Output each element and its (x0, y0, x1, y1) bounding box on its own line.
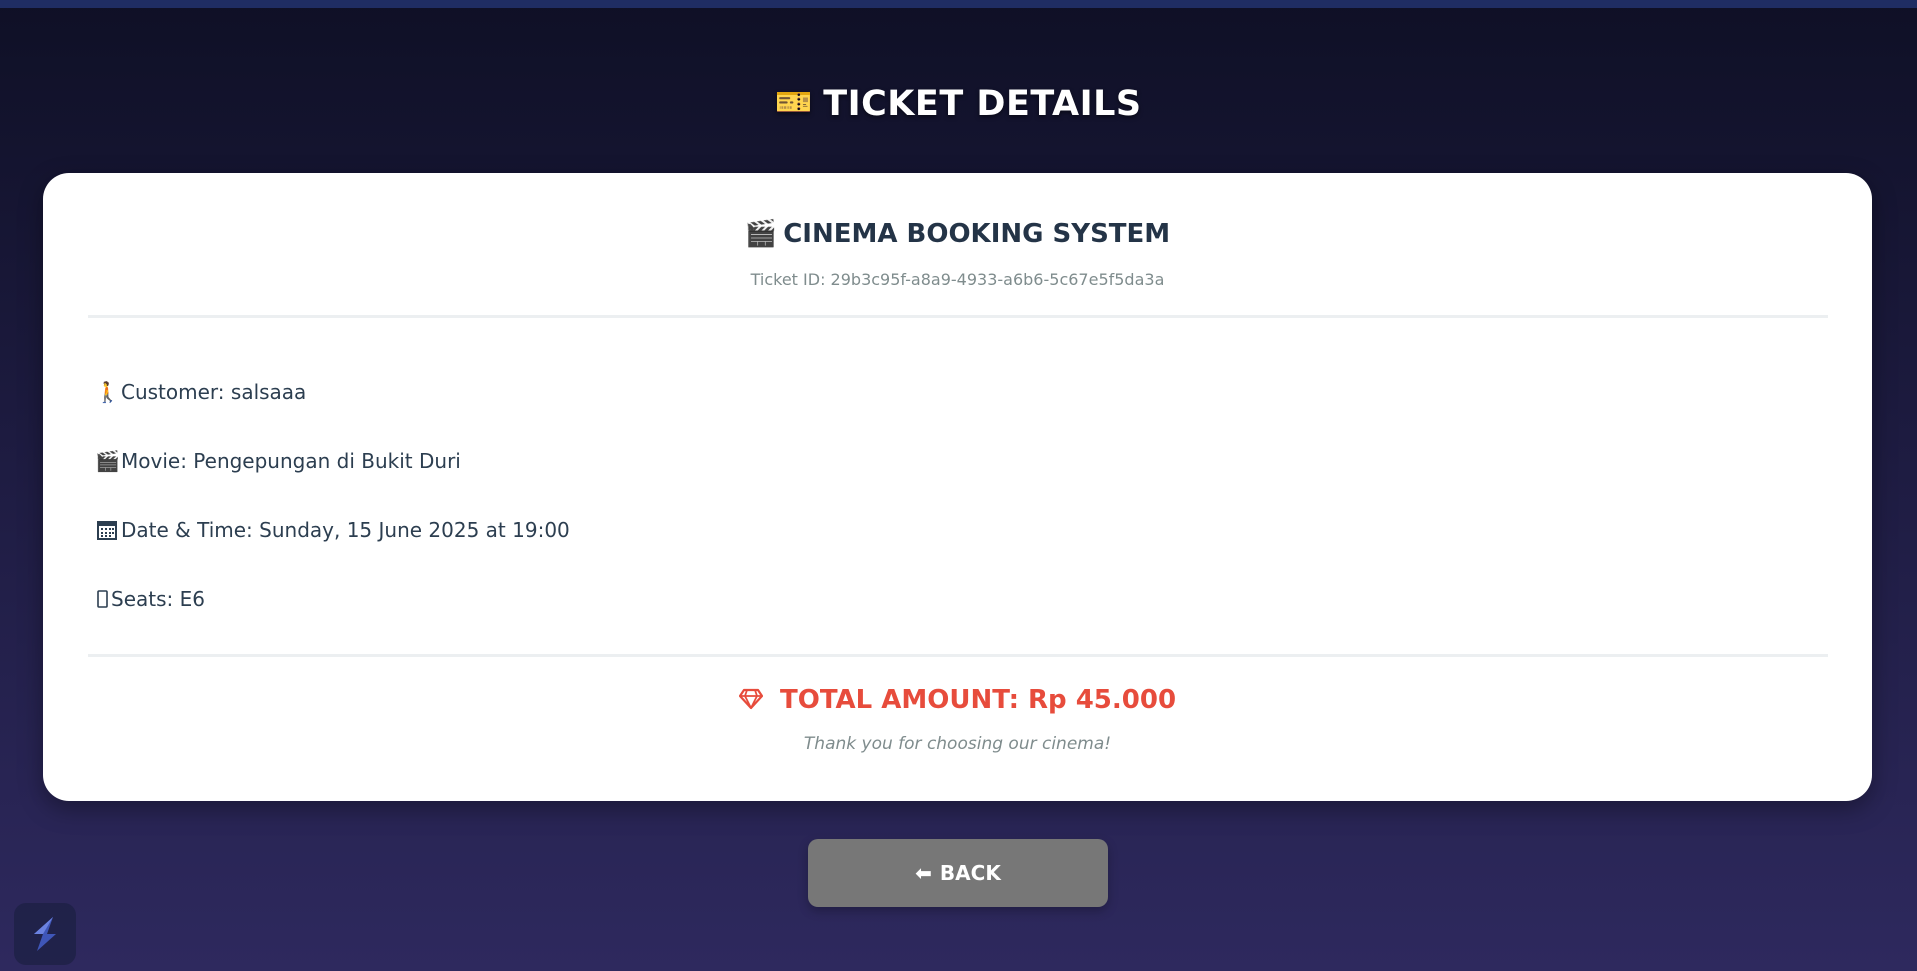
page-title: 🎫 TICKET DETAILS (0, 84, 1917, 124)
calendar-icon (95, 518, 119, 542)
divider (88, 315, 1828, 318)
movie-detail: 🎬Movie: Pengepungan di Bukit Duri (95, 449, 461, 473)
ticket-icon: 🎫 (775, 85, 814, 120)
customer-text: Customer: salsaaa (121, 380, 307, 404)
clapperboard-icon: 🎬 (744, 219, 778, 249)
back-button-label: BACK (939, 861, 1001, 885)
datetime-text: Date & Time: Sunday, 15 June 2025 at 19:… (121, 518, 570, 542)
datetime-detail: Date & Time: Sunday, 15 June 2025 at 19:… (95, 518, 570, 542)
page-title-text: TICKET DETAILS (823, 84, 1142, 124)
left-arrow-icon: ⬅ (915, 861, 932, 885)
app-logo-widget[interactable] (14, 903, 76, 965)
seats-text: Seats: E6 (111, 587, 205, 611)
ticket-card: 🎬 CINEMA BOOKING SYSTEM Ticket ID: 29b3c9… (43, 173, 1872, 801)
gem-icon (738, 685, 772, 715)
system-title-text: CINEMA BOOKING SYSTEM (783, 219, 1171, 249)
ticket-id: Ticket ID: 29b3c95f-a8a9-4933-a6b6-5c67e… (750, 270, 1165, 289)
top-bar-strip (0, 0, 1917, 8)
thank-you-message: Thank you for choosing our cinema! (803, 734, 1112, 754)
logo-icon (34, 917, 56, 951)
total-amount: TOTAL AMOUNT: Rp 45.000 (43, 685, 1872, 715)
person-icon: 🚶 (95, 380, 120, 404)
total-amount-text: TOTAL AMOUNT: Rp 45.000 (780, 685, 1177, 715)
clapperboard-icon: 🎬 (95, 449, 120, 473)
seat-icon (95, 587, 109, 611)
seats-detail: Seats: E6 (95, 587, 205, 611)
system-title: 🎬 CINEMA BOOKING SYSTEM (43, 219, 1872, 249)
divider (88, 654, 1828, 657)
back-button[interactable]: ⬅ BACK (808, 839, 1108, 907)
customer-detail: 🚶Customer: salsaaa (95, 380, 306, 404)
movie-text: Movie: Pengepungan di Bukit Duri (121, 449, 461, 473)
